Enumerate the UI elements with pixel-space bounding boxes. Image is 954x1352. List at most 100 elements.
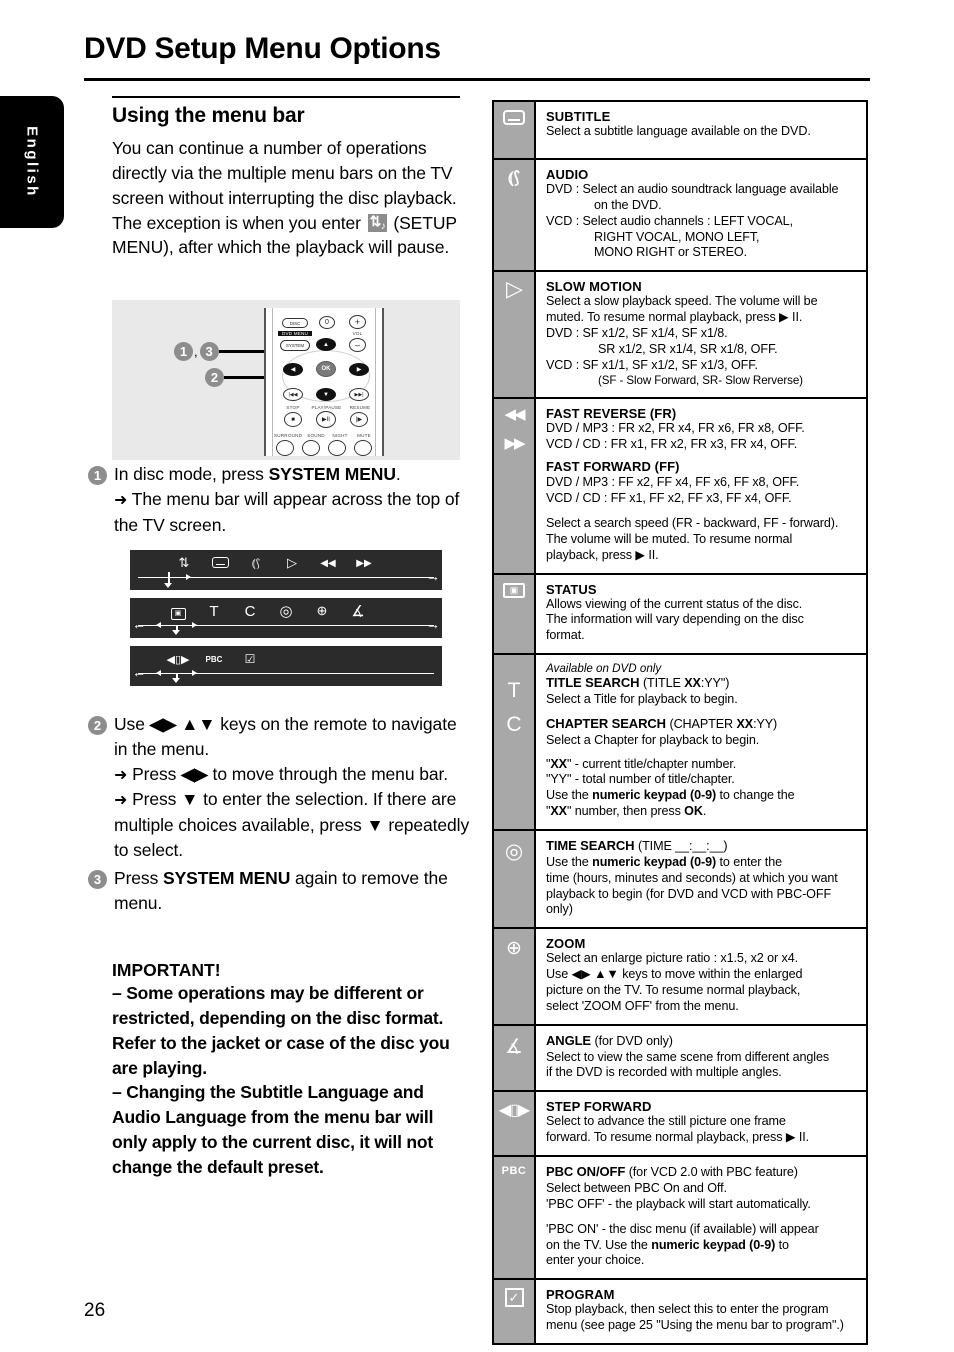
down-button[interactable]: ▼ xyxy=(316,388,336,401)
play-pause-button[interactable]: ▶II xyxy=(316,411,336,428)
row-body-line: on the DVD. xyxy=(594,197,662,212)
menu-bar-figures: ⇅ ⦅⟆ ▷ ◀◀ ▶▶ → ▣ T C ◎ ⊕ ∡ ← → ◀▯▶ PBC ☑… xyxy=(130,550,442,694)
row-body: DVD : Select an audio soundtrack languag… xyxy=(546,182,857,261)
time-search-icon: ◎ xyxy=(504,840,524,864)
audio-icon[interactable]: ⦅⟆ xyxy=(238,556,274,571)
row-title: PROGRAM xyxy=(546,1287,615,1303)
title-search-icon: T xyxy=(507,679,521,703)
language-tab: English xyxy=(0,96,64,228)
step-2-sub2-plain: Press xyxy=(132,789,182,810)
content-column: PBC ON/OFF (for VCD 2.0 with PBC feature… xyxy=(536,1157,866,1278)
previous-button[interactable]: |◀◀ xyxy=(283,388,303,401)
content-column: ANGLE (for DVD only) Select to view the … xyxy=(536,1026,866,1091)
content-column: STEP FORWARD Select to advance the still… xyxy=(536,1092,866,1155)
stop-button[interactable]: ■ xyxy=(284,412,302,427)
sound-button[interactable] xyxy=(302,440,320,456)
zoom-icon: ⊕ xyxy=(506,938,522,960)
volume-up-button[interactable]: + xyxy=(349,315,366,329)
step-1-text: In disc mode, press SYSTEM MENU. ➜ The m… xyxy=(114,462,468,537)
step-2-number: 2 xyxy=(88,716,107,735)
zero-button[interactable]: 0 xyxy=(319,316,335,329)
menu-bar-2-right-chevron: → xyxy=(426,616,440,632)
callout-bullet-3: 3 xyxy=(199,342,219,361)
callout-2: 2 xyxy=(205,368,268,387)
content-column: FAST REVERSE (FR) DVD / MP3 : FR x2, FR … xyxy=(536,399,866,572)
play-pause-label: PLAY/PAUSE xyxy=(311,405,342,410)
setup-menu-icon[interactable]: ⇅ xyxy=(166,555,202,571)
mute-button[interactable] xyxy=(354,440,372,456)
content-column: PROGRAM Stop playback, then select this … xyxy=(536,1280,866,1343)
row-body-line: 'PBC ON' - the disc menu (if available) … xyxy=(546,1221,819,1236)
status-icon: ▣ xyxy=(503,582,525,598)
callout-bullet-1: 1 xyxy=(174,342,193,361)
fast-forward-icon[interactable]: ▶▶ xyxy=(346,558,382,569)
time-search-icon[interactable]: ◎ xyxy=(268,602,304,620)
title-search-icon[interactable]: T xyxy=(196,603,232,620)
icon-column: T C xyxy=(494,655,536,830)
menu-bar-3-left-tick xyxy=(156,670,161,676)
row-title: SLOW MOTION xyxy=(546,279,642,295)
step-2-sub1-plain: Press xyxy=(132,763,182,784)
subtitle-icon[interactable] xyxy=(202,556,238,571)
status-icon[interactable]: ▣ xyxy=(160,603,196,620)
language-tab-label: English xyxy=(23,126,41,198)
next-button[interactable]: ▶▶| xyxy=(349,388,369,401)
slow-motion-icon xyxy=(506,280,522,298)
menu-bar-2-right-tick xyxy=(192,622,197,628)
resume-button[interactable]: |▶ xyxy=(350,412,368,427)
right-button[interactable]: ▶ xyxy=(349,363,369,376)
menu-bar-1-icons: ⇅ ⦅⟆ ▷ ◀◀ ▶▶ xyxy=(130,553,442,573)
surround-button[interactable] xyxy=(276,440,294,456)
row-body-line: VCD / CD : FF x1, FF x2, FF x3, FF x4, O… xyxy=(546,491,792,506)
fast-reverse-icon[interactable]: ◀◀ xyxy=(310,558,346,569)
system-menu-button[interactable]: SYSTEM xyxy=(280,340,310,351)
row-body-line: DVD : SF x1/2, SF x1/4, SF x1/8. xyxy=(546,326,728,341)
row-body-line: RIGHT VOCAL, MONO LEFT, xyxy=(594,229,760,244)
important-heading: IMPORTANT! xyxy=(112,960,221,980)
zoom-icon[interactable]: ⊕ xyxy=(304,603,340,619)
menu-bar-1: ⇅ ⦅⟆ ▷ ◀◀ ▶▶ → xyxy=(130,550,442,590)
step-2-keys: ◀▶ ▲▼ xyxy=(149,714,216,734)
content-column: SUBTITLE Select a subtitle language avai… xyxy=(536,102,866,158)
row-body-line: 'PBC OFF' - the playback will start auto… xyxy=(546,1196,811,1211)
table-row: ◀◀ ▶▶ FAST REVERSE (FR) DVD / MP3 : FR x… xyxy=(494,399,866,575)
row-body-line: on the TV. Use the numeric keypad (0-9) … xyxy=(546,1237,789,1252)
chapter-search-icon[interactable]: C xyxy=(232,603,268,620)
step-forward-icon[interactable]: ◀▯▶ xyxy=(160,653,196,666)
icon-column: ∡ xyxy=(494,1025,536,1091)
row-body-line: Select to advance the still picture one … xyxy=(546,1114,786,1129)
pbc-icon[interactable]: PBC xyxy=(196,655,232,664)
angle-icon[interactable]: ∡ xyxy=(340,602,376,620)
menu-bar-1-right-tick xyxy=(186,574,191,580)
callout-bullet-2: 2 xyxy=(205,368,224,387)
up-button[interactable]: ▲ xyxy=(316,338,336,351)
row-body-line: Select a slow playback speed. The volume… xyxy=(546,294,818,309)
row-title: STATUS xyxy=(546,581,597,597)
night-label: NIGHT xyxy=(332,433,348,438)
disc-button[interactable]: DISC xyxy=(282,318,308,328)
page-number: 26 xyxy=(84,1300,106,1321)
step-1-number: 1 xyxy=(88,466,107,485)
important-bullet-2: – Changing the Subtitle Language and Aud… xyxy=(112,1082,434,1177)
row-body-line: enter your choice. xyxy=(546,1253,645,1268)
row-body-line: playback to begin (for DVD and VCD with … xyxy=(546,886,832,901)
step-3: 3 Press SYSTEM MENU again to remove the … xyxy=(88,866,470,916)
ok-button[interactable]: OK xyxy=(316,361,336,377)
slow-motion-icon[interactable]: ▷ xyxy=(274,555,310,571)
table-row: PBC PBC ON/OFF (for VCD 2.0 with PBC fea… xyxy=(494,1157,866,1281)
row-body: Select a slow playback speed. The volume… xyxy=(546,294,857,388)
row-body-line: SR x1/2, SR x1/4, SR x1/8, OFF. xyxy=(598,341,778,356)
row-body-line: "XX" - current title/chapter number. xyxy=(546,756,737,771)
arrow-right-icon: ➜ xyxy=(114,766,128,784)
row-body-line: DVD / MP3 : FR x2, FR x4, FR x6, FR x8, … xyxy=(546,421,805,436)
step-2-line1-plain: Use xyxy=(114,714,150,734)
row-title: FAST REVERSE (FR) xyxy=(546,406,677,422)
volume-down-button[interactable]: – xyxy=(349,338,366,352)
table-row: T C Available on DVD only TITLE SEARCH (… xyxy=(494,655,866,832)
program-icon[interactable]: ☑ xyxy=(232,652,268,666)
left-button[interactable]: ◀ xyxy=(283,363,303,376)
row-title: TITLE SEARCH (TITLE XX:YY") xyxy=(546,675,730,691)
subtitle-icon xyxy=(503,110,525,125)
night-button[interactable] xyxy=(328,440,346,456)
row-subtitle: FAST FORWARD (FF) xyxy=(546,458,680,474)
